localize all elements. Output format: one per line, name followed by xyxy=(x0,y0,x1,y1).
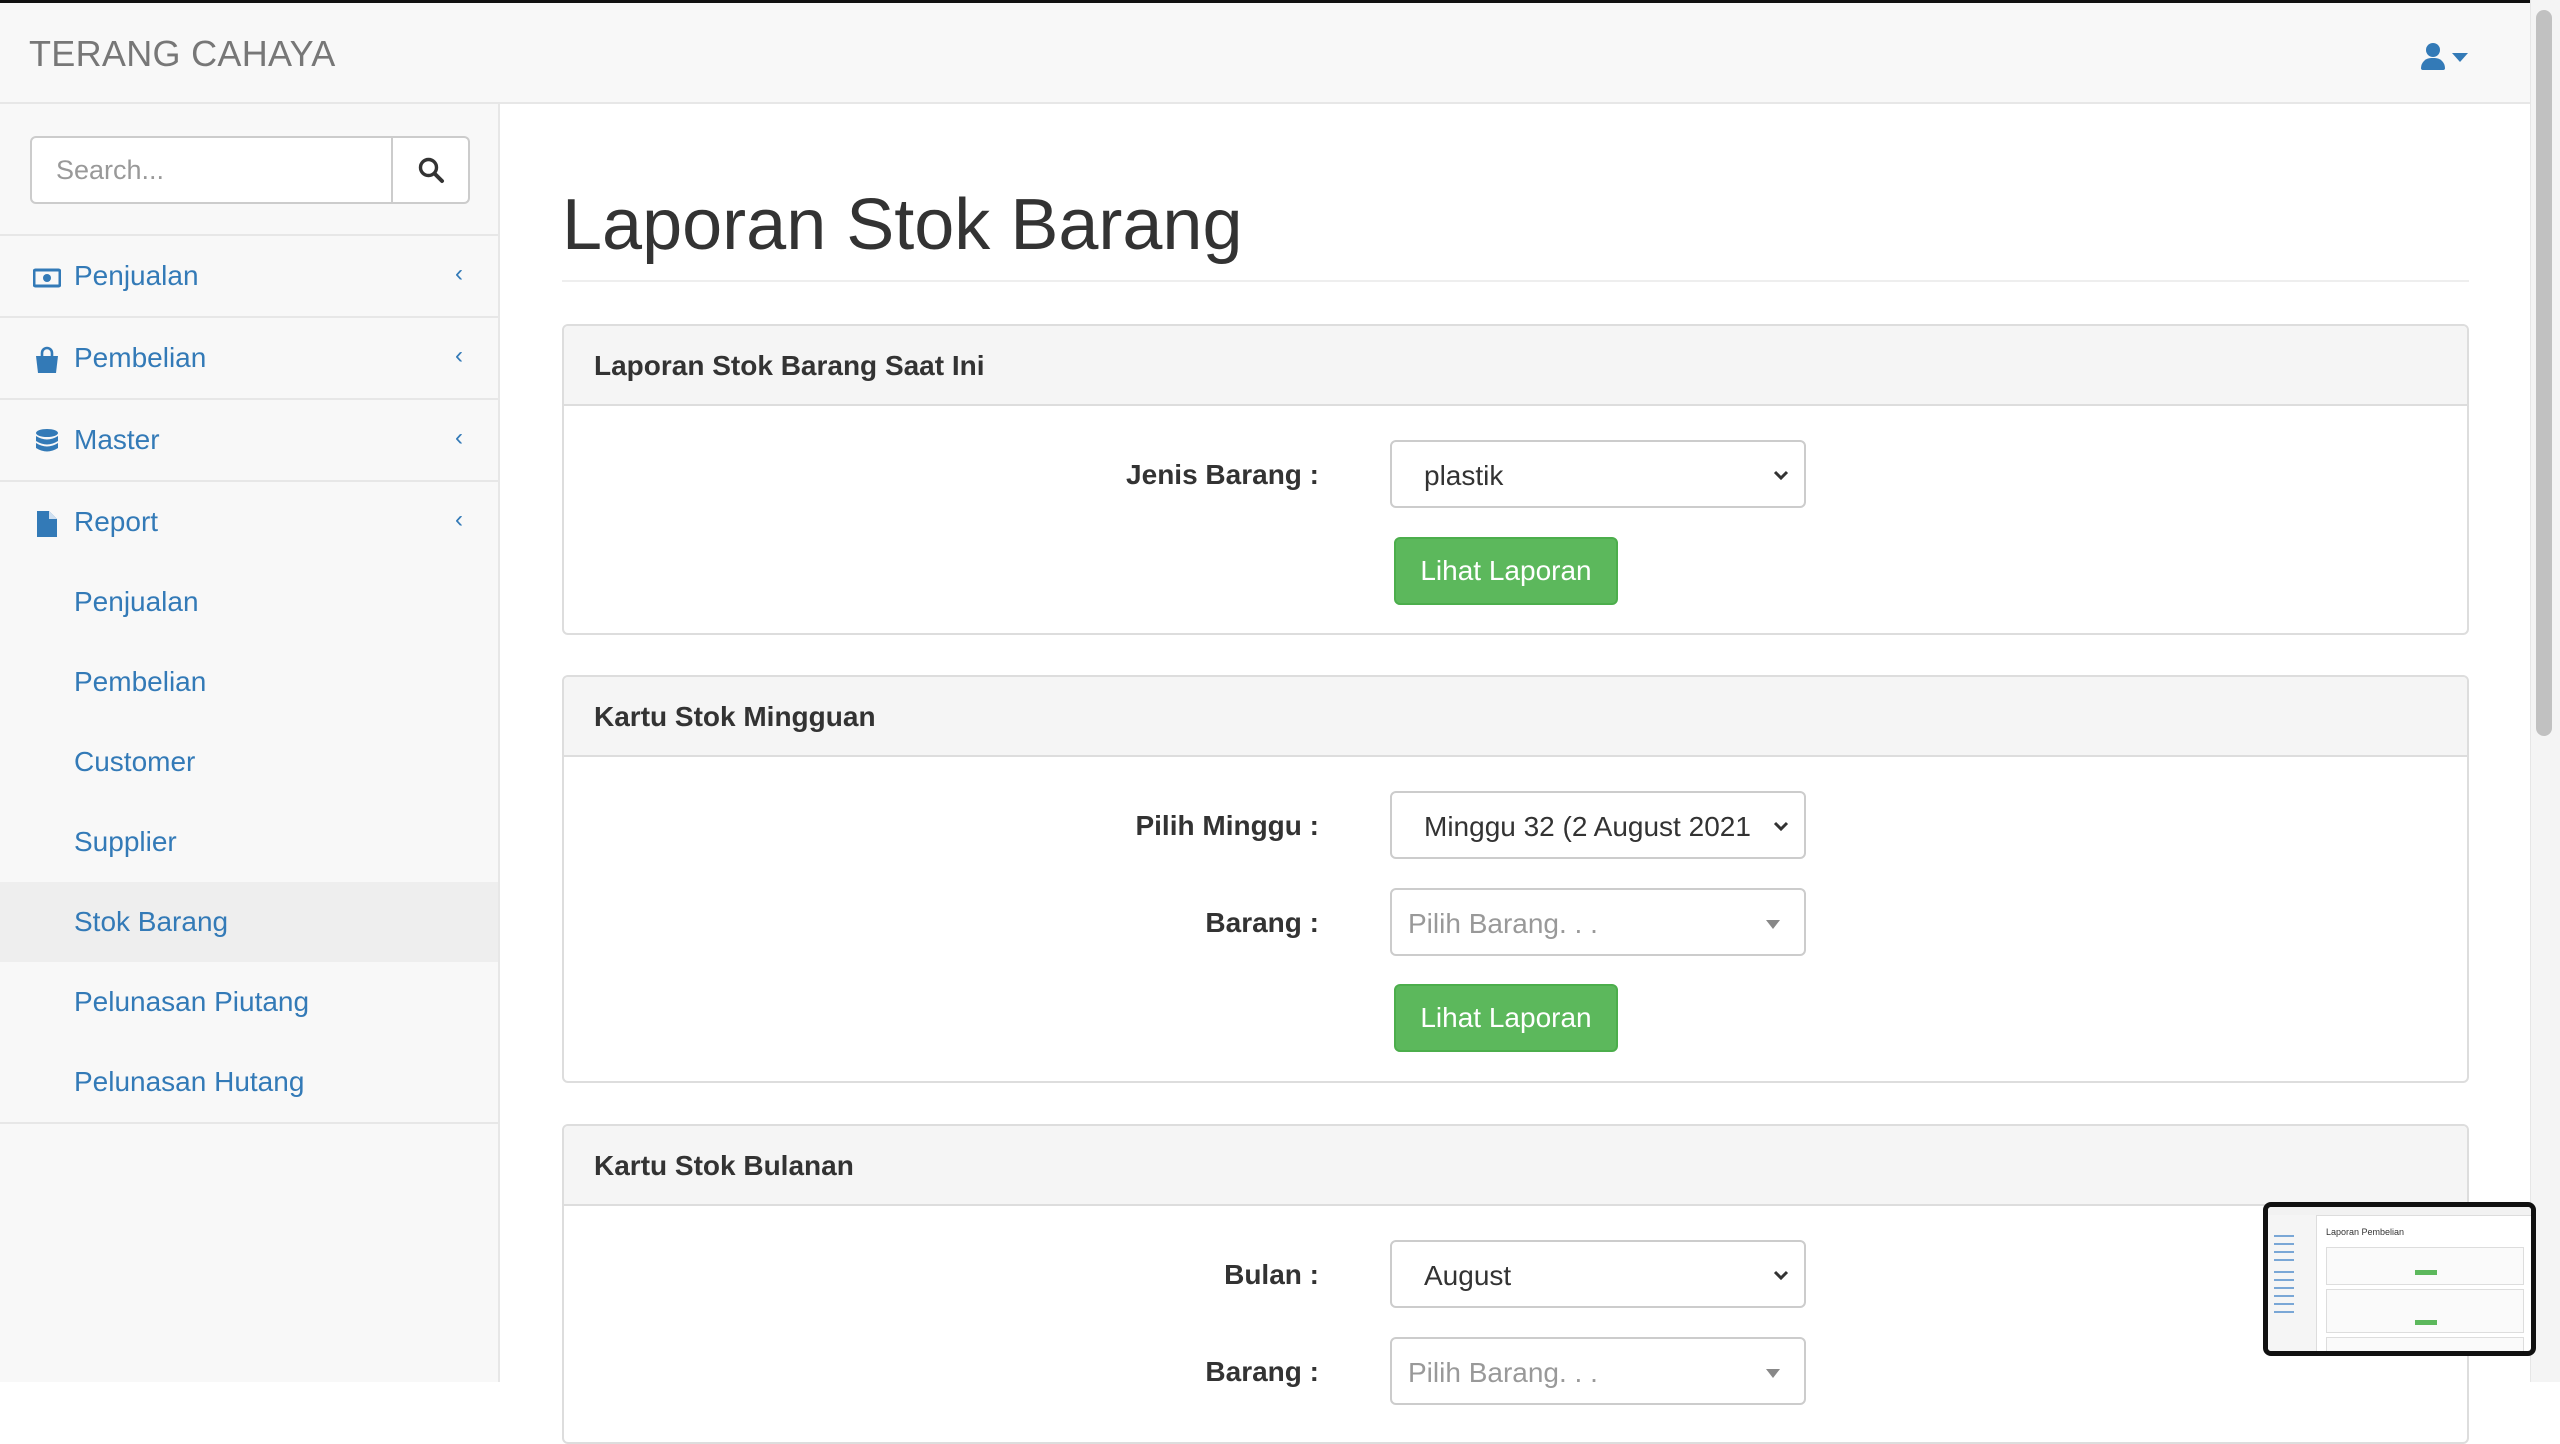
page-title: Laporan Stok Barang xyxy=(562,185,1243,265)
jenis-barang-label: Jenis Barang : xyxy=(1126,459,1319,490)
panel-heading-text: Laporan Stok Barang Saat Ini xyxy=(594,350,985,381)
subitem-label: Supplier xyxy=(74,826,177,857)
panel-kartu-stok-bulanan: Kartu Stok Bulanan Bulan : August Barang… xyxy=(562,1124,2469,1444)
triangle-down-icon xyxy=(1766,920,1780,929)
form-row-barang-bulanan: Barang : Pilih Barang. . . xyxy=(564,1337,2467,1405)
shopping-bag-icon xyxy=(36,346,58,373)
thumb-panel xyxy=(2326,1337,2524,1351)
subitem-report-stok-barang[interactable]: Stok Barang xyxy=(0,882,498,962)
scrollbar-thumb[interactable] xyxy=(2536,10,2552,736)
select-placeholder: Pilih Barang. . . xyxy=(1408,908,1598,939)
panel-heading: Kartu Stok Bulanan xyxy=(564,1126,2467,1206)
chevron-left-icon: ‹ xyxy=(455,424,463,451)
sidebar-item-label: Penjualan xyxy=(74,260,199,291)
file-icon xyxy=(37,511,57,537)
thumb-page-title: Laporan Pembelian xyxy=(2326,1227,2405,1237)
sidebar-item-penjualan[interactable]: Penjualan ‹ xyxy=(0,234,498,316)
form-row-jenis-barang: Jenis Barang : plastik xyxy=(564,440,2467,508)
database-icon xyxy=(36,429,58,452)
user-icon xyxy=(2420,43,2446,71)
panel-stok-saat-ini: Laporan Stok Barang Saat Ini Jenis Baran… xyxy=(562,324,2469,635)
subitem-label: Customer xyxy=(74,746,196,777)
pilih-minggu-select[interactable]: Minggu 32 (2 August 2021 xyxy=(1390,791,1806,859)
panel-heading: Laporan Stok Barang Saat Ini xyxy=(564,326,2467,406)
subitem-label: Pelunasan Piutang xyxy=(74,986,310,1017)
bulan-label: Bulan : xyxy=(1224,1259,1319,1290)
bulan-select[interactable]: August xyxy=(1390,1240,1806,1308)
panel-heading: Kartu Stok Mingguan xyxy=(564,677,2467,757)
form-row-bulan: Bulan : August xyxy=(564,1240,2467,1308)
sidebar-item-master[interactable]: Master ‹ xyxy=(0,398,498,480)
chevron-left-icon: ‹ xyxy=(455,506,463,533)
window-preview-thumbnail[interactable]: Laporan Pembelian xyxy=(2263,1202,2536,1356)
thumb-panel xyxy=(2326,1289,2524,1333)
panel-kartu-stok-mingguan: Kartu Stok Mingguan Pilih Minggu : Mingg… xyxy=(562,675,2469,1083)
chevron-down-icon xyxy=(1773,821,1789,832)
subitem-label: Penjualan xyxy=(74,586,199,617)
search-input[interactable] xyxy=(30,136,393,204)
subitem-report-pelunasan-hutang[interactable]: Pelunasan Hutang xyxy=(0,1042,498,1122)
chevron-left-icon: ‹ xyxy=(455,342,463,369)
subitem-report-pembelian[interactable]: Pembelian xyxy=(0,642,498,722)
subitem-label: Pelunasan Hutang xyxy=(74,1066,305,1097)
subitem-report-customer[interactable]: Customer xyxy=(0,722,498,802)
sidebar: Penjualan ‹ Pembelian ‹ Master ‹ xyxy=(0,104,500,1382)
chevron-down-icon xyxy=(1773,470,1789,481)
select-placeholder: Pilih Barang. . . xyxy=(1408,1357,1598,1388)
form-row-barang: Barang : Pilih Barang. . . xyxy=(564,888,2467,956)
menu-divider xyxy=(0,1122,498,1124)
brand-title[interactable]: TERANG CAHAYA xyxy=(29,33,336,75)
panel-heading-text: Kartu Stok Bulanan xyxy=(594,1150,854,1181)
search-icon xyxy=(418,157,444,183)
barang-label: Barang : xyxy=(1205,907,1319,938)
search-button[interactable] xyxy=(393,136,470,204)
sidebar-item-label: Master xyxy=(74,424,160,455)
thumb-panel xyxy=(2326,1247,2524,1285)
jenis-barang-select[interactable]: plastik xyxy=(1390,440,1806,508)
subitem-report-pelunasan-piutang[interactable]: Pelunasan Piutang xyxy=(0,962,498,1042)
select-value: plastik xyxy=(1424,460,1504,491)
chevron-left-icon: ‹ xyxy=(455,260,463,287)
main-content: Laporan Stok Barang Laporan Stok Barang … xyxy=(500,104,2530,1444)
sidebar-item-pembelian[interactable]: Pembelian ‹ xyxy=(0,316,498,398)
subitem-label: Pembelian xyxy=(74,666,207,697)
chevron-down-icon xyxy=(1773,1270,1789,1281)
user-menu-toggle[interactable] xyxy=(2420,39,2472,75)
sidebar-item-label: Report xyxy=(74,506,159,537)
sidebar-menu: Penjualan ‹ Pembelian ‹ Master ‹ Report … xyxy=(0,234,498,1124)
form-row-pilih-minggu: Pilih Minggu : Minggu 32 (2 August 2021 xyxy=(564,791,2467,859)
subitem-label: Stok Barang xyxy=(74,906,229,937)
caret-down-icon xyxy=(2452,52,2468,62)
panel-heading-text: Kartu Stok Mingguan xyxy=(594,701,876,732)
barang-label: Barang : xyxy=(1205,1356,1319,1387)
lihat-laporan-button[interactable]: Lihat Laporan xyxy=(1394,984,1618,1052)
top-navbar: TERANG CAHAYA xyxy=(0,0,2530,104)
pilih-minggu-label: Pilih Minggu : xyxy=(1135,810,1319,841)
lihat-laporan-button[interactable]: Lihat Laporan xyxy=(1394,537,1618,605)
subitem-report-supplier[interactable]: Supplier xyxy=(0,802,498,882)
triangle-down-icon xyxy=(1766,1369,1780,1378)
title-divider xyxy=(562,280,2469,282)
money-icon xyxy=(33,268,61,288)
subitem-report-penjualan[interactable]: Penjualan xyxy=(0,562,498,642)
sidebar-item-report[interactable]: Report ‹ xyxy=(0,480,498,562)
select-value: Minggu 32 (2 August 2021 xyxy=(1424,811,1751,842)
sidebar-item-label: Pembelian xyxy=(74,342,207,373)
barang-select[interactable]: Pilih Barang. . . xyxy=(1390,1337,1806,1405)
sidebar-search xyxy=(30,136,470,204)
barang-select[interactable]: Pilih Barang. . . xyxy=(1390,888,1806,956)
thumb-sidebar xyxy=(2268,1215,2317,1351)
select-value: August xyxy=(1424,1260,1512,1291)
